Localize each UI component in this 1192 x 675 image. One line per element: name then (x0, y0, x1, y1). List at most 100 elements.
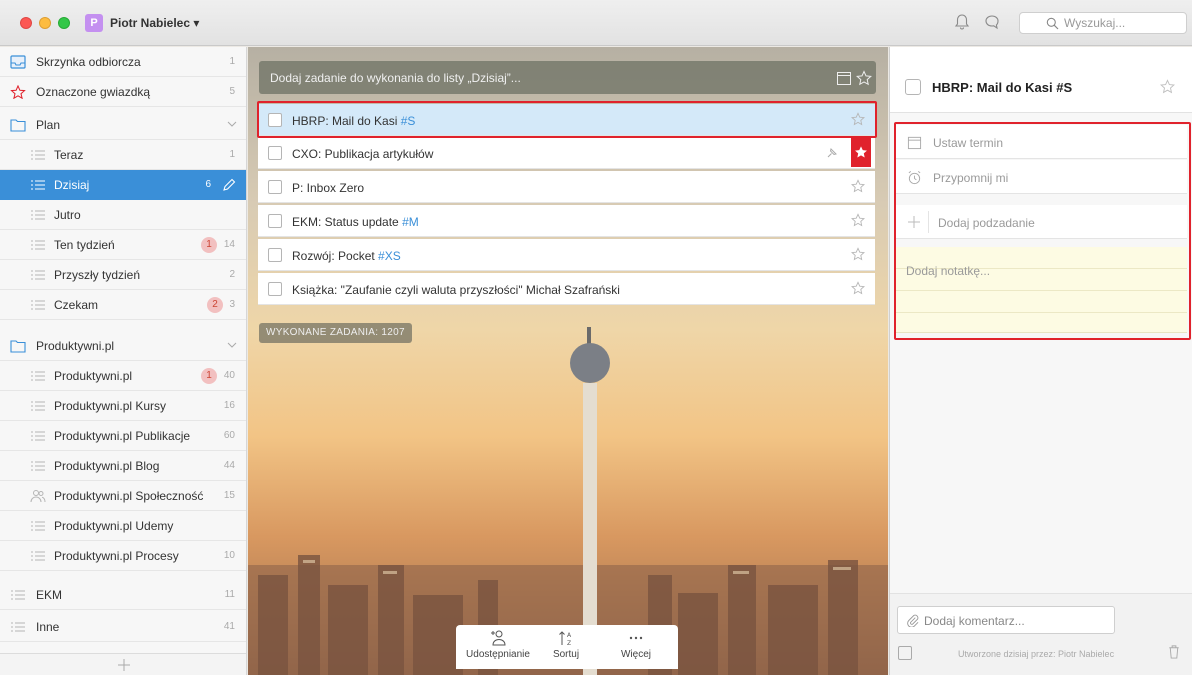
sidebar-item-produktywni-publikacje[interactable]: Produktywni.pl Publikacje 60 (0, 421, 246, 451)
chevron-down-icon[interactable] (227, 341, 237, 349)
sidebar-item-count: 1 (229, 149, 235, 160)
sidebar-item-jutro[interactable]: Jutro (0, 200, 246, 230)
task-row[interactable]: Rozwój: Pocket #XS (258, 239, 875, 271)
task-checkbox[interactable] (268, 180, 282, 194)
list-icon (11, 590, 25, 600)
add-list-icon[interactable] (117, 658, 131, 672)
sidebar-item-czekam[interactable]: Czekam 2 3 (0, 290, 246, 320)
completed-tasks-button[interactable]: WYKONANE ZADANIA: 1207 (259, 323, 412, 343)
task-checkbox[interactable] (268, 214, 282, 228)
search-input[interactable]: Wyszukaj... (1019, 12, 1187, 34)
star-icon (855, 146, 867, 158)
task-row[interactable]: HBRP: Mail do Kasi #S (258, 104, 875, 136)
folder-icon (10, 340, 26, 353)
overdue-badge: 1 (201, 368, 217, 384)
sidebar-item-label: Skrzynka odbiorcza (36, 55, 141, 69)
add-subtask-row[interactable]: Dodaj podzadanie (896, 205, 1187, 239)
starred-flag[interactable] (851, 137, 871, 167)
sidebar-folder-produktywni[interactable]: Produktywni.pl (0, 331, 246, 361)
sidebar-item-count: 1 (229, 56, 235, 67)
overdue-badge: 1 (201, 237, 217, 253)
task-row[interactable]: CXO: Publikacja artykułów (258, 137, 875, 169)
star-icon[interactable] (1160, 79, 1175, 94)
zoom-window-button[interactable] (58, 17, 70, 29)
sidebar-item-produktywni-procesy[interactable]: Produktywni.pl Procesy 10 (0, 541, 246, 571)
conversation-icon[interactable] (983, 13, 1003, 33)
sidebar-item-inbox[interactable]: Skrzynka odbiorcza 1 (0, 47, 246, 77)
sidebar-item-label: Produktywni.pl (54, 369, 133, 383)
reminder-row[interactable]: Przypomnij mi (896, 160, 1187, 194)
sidebar-item-teraz[interactable]: Teraz 1 (0, 140, 246, 170)
collapse-detail-button[interactable] (898, 646, 912, 660)
sidebar-item-inne[interactable]: Inne 41 (0, 612, 246, 642)
due-date-row[interactable]: Ustaw termin (896, 125, 1187, 159)
folder-icon (10, 119, 26, 132)
detail-checkbox[interactable] (905, 79, 921, 95)
task-row[interactable]: P: Inbox Zero (258, 171, 875, 203)
sidebar-folder-plan[interactable]: Plan (0, 110, 246, 140)
sidebar-item-count: 14 (223, 239, 235, 250)
note-area[interactable]: Dodaj notatkę... (896, 247, 1187, 333)
sort-button[interactable]: AZ Sortuj (546, 629, 586, 660)
minimize-window-button[interactable] (39, 17, 51, 29)
close-window-button[interactable] (20, 17, 32, 29)
comment-input[interactable]: Dodaj komentarz... (897, 606, 1115, 634)
sidebar-item-produktywni[interactable]: Produktywni.pl 1 40 (0, 361, 246, 391)
sidebar-item-produktywni-spolecznosc[interactable]: Produktywni.pl Społeczność 15 (0, 481, 246, 511)
task-list-area: Dodaj zadanie do wykonania do listy „Dzi… (248, 47, 888, 675)
chevron-down-icon[interactable] (227, 120, 237, 128)
sidebar-item-ten-tydzien[interactable]: Ten tydzień 1 14 (0, 230, 246, 260)
people-icon (30, 490, 46, 503)
trash-icon[interactable] (1167, 644, 1181, 659)
detail-title[interactable]: HBRP: Mail do Kasi #S (932, 80, 1072, 95)
star-icon[interactable] (851, 213, 865, 227)
task-row[interactable]: EKM: Status update #M (258, 205, 875, 237)
star-icon[interactable] (851, 281, 865, 295)
title-bar: P Piotr Nabielec ▾ Wyszukaj... (0, 0, 1192, 46)
sidebar-item-label: Przyszły tydzień (54, 268, 141, 282)
sidebar-item-label: Inne (36, 620, 60, 634)
sidebar-item-count: 2 (229, 269, 235, 280)
sidebar-item-produktywni-blog[interactable]: Produktywni.pl Blog 44 (0, 451, 246, 481)
avatar[interactable]: P (85, 14, 103, 32)
calendar-icon[interactable] (836, 70, 852, 86)
task-title: Rozwój: Pocket #XS (292, 249, 401, 263)
sidebar-item-produktywni-udemy[interactable]: Produktywni.pl Udemy (0, 511, 246, 541)
sidebar-item-starred[interactable]: Oznaczone gwiazdką 5 (0, 77, 246, 107)
task-row[interactable]: Książka: "Zaufanie czyli waluta przyszło… (258, 273, 875, 305)
list-icon (31, 270, 45, 280)
sidebar-item-count: 10 (223, 550, 235, 561)
user-menu[interactable]: Piotr Nabielec ▾ (110, 16, 199, 30)
more-button[interactable]: Więcej (608, 629, 664, 660)
sidebar-item-label: Dzisiaj (54, 178, 90, 192)
sidebar-item-label: Produktywni.pl Blog (54, 459, 160, 473)
task-checkbox[interactable] (268, 282, 282, 296)
add-task-input[interactable]: Dodaj zadanie do wykonania do listy „Dzi… (259, 61, 876, 94)
list-toolbar: Udostępnianie AZ Sortuj Więcej (456, 625, 678, 669)
sidebar-item-label: Plan (36, 118, 61, 132)
task-checkbox[interactable] (268, 146, 282, 160)
task-checkbox[interactable] (268, 248, 282, 262)
sidebar-item-ekm[interactable]: EKM 11 (0, 580, 246, 610)
search-placeholder: Wyszukaj... (1064, 16, 1126, 30)
task-checkbox[interactable] (268, 113, 282, 127)
bell-icon[interactable] (953, 13, 973, 33)
sidebar-item-dzisiaj[interactable]: Dzisiaj 6 (0, 170, 246, 200)
star-icon[interactable] (851, 179, 865, 193)
svg-text:A: A (567, 632, 572, 639)
star-icon[interactable] (851, 247, 865, 261)
sidebar-item-label: Produktywni.pl (36, 339, 115, 353)
star-icon[interactable] (851, 112, 865, 126)
sidebar-item-label: Produktywni.pl Kursy (54, 399, 167, 413)
sidebar-item-produktywni-kursy[interactable]: Produktywni.pl Kursy 16 (0, 391, 246, 421)
calendar-icon (907, 136, 922, 150)
paperclip-icon[interactable] (906, 614, 919, 627)
sidebar-item-label: Czekam (54, 298, 99, 312)
share-button[interactable]: Udostępnianie (466, 629, 530, 660)
sidebar-item-przyszly-tydzien[interactable]: Przyszły tydzień 2 (0, 260, 246, 290)
pencil-icon[interactable] (221, 177, 237, 193)
star-icon (10, 85, 26, 99)
sidebar-item-count: 6 (205, 179, 211, 190)
more-icon (629, 636, 643, 640)
star-icon[interactable] (856, 70, 872, 86)
